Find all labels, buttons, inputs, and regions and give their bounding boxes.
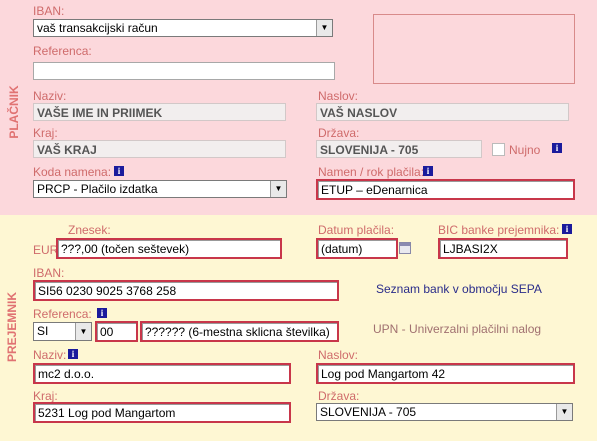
amount-label: Znesek:	[68, 223, 111, 237]
reference-value-input[interactable]: ?????? (6-mestna sklicna številka)	[140, 321, 339, 342]
purpose-code-value: PRCP - Plačilo izdatka	[37, 182, 158, 196]
payer-iban-label: IBAN:	[33, 4, 65, 18]
recipient-iban-input[interactable]: SI56 0230 9025 3768 258	[33, 280, 339, 301]
info-icon[interactable]: i	[423, 166, 433, 176]
payer-section-label: PLAČNIK	[7, 85, 21, 139]
date-input[interactable]: (datum)	[316, 238, 398, 259]
chevron-down-icon: ▼	[270, 181, 286, 197]
purpose-label: Namen / rok plačila:	[318, 165, 425, 179]
urgent-label: Nujno	[509, 143, 541, 157]
payer-address-input[interactable]: VAŠ NASLOV	[316, 103, 569, 121]
amount-input[interactable]: ???,00 (točen seštevek)	[56, 238, 282, 259]
recipient-country-label: Država:	[318, 389, 360, 403]
payer-city-input[interactable]: VAŠ KRAJ	[33, 140, 286, 158]
urgent-checkbox[interactable]	[492, 143, 505, 156]
payer-country-input[interactable]: SLOVENIJA - 705	[316, 140, 482, 158]
payer-country-label: Država:	[318, 126, 360, 140]
purpose-input[interactable]: ETUP – eDenarnica	[316, 179, 575, 200]
recipient-iban-label: IBAN:	[33, 266, 65, 280]
payer-iban-select[interactable]: vaš transakcijski račun ▼	[33, 19, 333, 37]
currency-label: EUR	[33, 243, 59, 257]
info-icon[interactable]: i	[68, 349, 78, 359]
recipient-city-label: Kraj:	[33, 389, 58, 403]
recipient-name-label: Naziv:	[33, 348, 67, 362]
bic-label: BIC banke prejemnika:	[438, 223, 560, 237]
recipient-name-input[interactable]: mc2 d.o.o.	[33, 363, 291, 384]
recipient-country-value: SLOVENIJA - 705	[320, 405, 417, 419]
chevron-down-icon: ▼	[316, 20, 332, 36]
info-icon[interactable]: i	[114, 166, 124, 176]
signature-box[interactable]	[373, 14, 575, 84]
chevron-down-icon: ▼	[556, 404, 572, 420]
payer-address-label: Naslov:	[318, 89, 359, 103]
payer-reference-label: Referenca:	[33, 44, 92, 58]
recipient-address-label: Naslov:	[318, 348, 359, 362]
payer-iban-value: vaš transakcijski račun	[37, 21, 158, 35]
recipient-reference-label: Referenca:	[33, 307, 92, 321]
chevron-down-icon: ▼	[75, 323, 91, 340]
info-icon[interactable]: i	[552, 143, 562, 153]
upn-link[interactable]: UPN - Univerzalni plačilni nalog	[373, 322, 541, 336]
info-icon[interactable]: i	[97, 308, 107, 318]
reference-number-input[interactable]: 00	[95, 321, 138, 342]
reference-model-select[interactable]: SI ▼	[33, 322, 92, 341]
payer-reference-input[interactable]	[33, 62, 335, 80]
recipient-section-label: PREJEMNIK	[5, 292, 19, 363]
bic-input[interactable]: LJBASI2X	[438, 238, 568, 259]
sepa-banks-link[interactable]: Seznam bank v območju SEPA	[376, 282, 542, 296]
reference-model-value: SI	[37, 324, 49, 338]
payer-city-label: Kraj:	[33, 126, 58, 140]
date-label: Datum plačila:	[318, 223, 395, 237]
info-icon[interactable]: i	[562, 224, 572, 234]
purpose-code-label: Koda namena:	[33, 165, 112, 179]
payer-name-label: Naziv:	[33, 89, 67, 103]
calendar-icon[interactable]	[399, 242, 411, 254]
payer-name-input[interactable]: VAŠE IME IN PRIIMEK	[33, 103, 286, 121]
recipient-city-input[interactable]: 5231 Log pod Mangartom	[33, 402, 291, 423]
recipient-address-input[interactable]: Log pod Mangartom 42	[316, 363, 575, 384]
purpose-code-select[interactable]: PRCP - Plačilo izdatka ▼	[33, 180, 287, 198]
recipient-country-select[interactable]: SLOVENIJA - 705 ▼	[316, 403, 573, 421]
